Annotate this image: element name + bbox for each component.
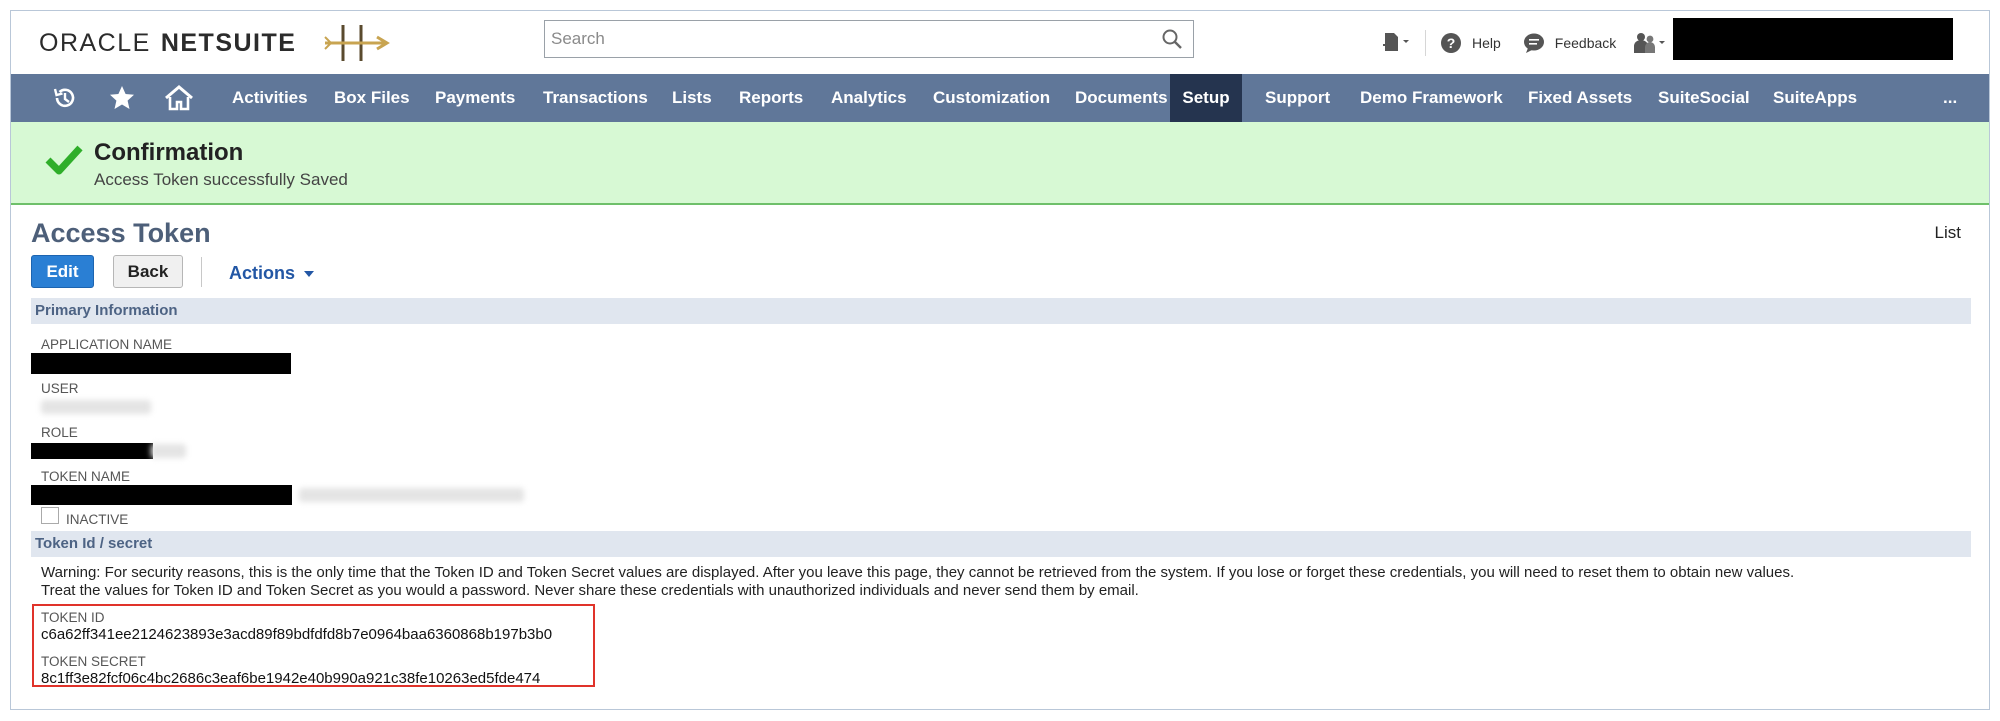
primary-information-header: Primary Information (31, 298, 1971, 324)
list-link[interactable]: List (1935, 223, 1961, 243)
nav-customization[interactable]: Customization (919, 74, 1064, 122)
warning-line-2: Treat the values for Token ID and Token … (41, 582, 1139, 599)
page-title: Access Token (31, 218, 211, 248)
nav-suitesocial[interactable]: SuiteSocial (1644, 74, 1764, 122)
netsuite-window: ORACLE NETSUITE Search ? Help Feedback A… (10, 10, 1990, 710)
nav-box-files[interactable]: Box Files (320, 74, 424, 122)
nav-documents[interactable]: Documents (1061, 74, 1182, 122)
nav-suiteapps[interactable]: SuiteApps (1759, 74, 1871, 122)
button-divider (201, 257, 202, 287)
feedback-icon (1523, 33, 1544, 53)
confirmation-banner: Confirmation Access Token successfully S… (11, 122, 1989, 205)
help-link[interactable]: ? Help (1440, 32, 1501, 54)
nav-analytics[interactable]: Analytics (817, 74, 921, 122)
user-roles-menu[interactable] (1632, 31, 1668, 55)
logo-netsuite-text: NETSUITE (160, 29, 297, 57)
token-name-label: TOKEN NAME (41, 469, 131, 484)
token-id-value: c6a62ff341ee2124623893e3acd89f89bdfdfd8b… (41, 626, 553, 643)
nav-demo-framework[interactable]: Demo Framework (1346, 74, 1517, 122)
token-id-label: TOKEN ID (41, 610, 105, 625)
nav-lists[interactable]: Lists (658, 74, 726, 122)
redacted-token-name (31, 485, 292, 505)
nav-payments[interactable]: Payments (421, 74, 529, 122)
main-navbar: Activities Box Files Payments Transactio… (11, 74, 1989, 122)
blurred-token-name (299, 488, 524, 502)
token-secret-label: TOKEN SECRET (41, 654, 146, 669)
confirmation-title: Confirmation (94, 139, 244, 166)
recent-records-icon[interactable] (51, 85, 79, 111)
svg-text:?: ? (1447, 35, 1456, 51)
create-new-icon (1383, 33, 1409, 51)
shortcuts-star-icon[interactable] (108, 85, 136, 111)
inactive-label: INACTIVE (66, 512, 129, 527)
global-search[interactable] (544, 20, 1194, 58)
nav-activities[interactable]: Activities (218, 74, 322, 122)
inactive-checkbox[interactable] (41, 507, 59, 524)
create-new-menu[interactable] (1381, 31, 1411, 55)
blurred-user-value (41, 400, 151, 414)
oracle-netsuite-logo[interactable]: ORACLE NETSUITE (39, 29, 296, 58)
user-label: USER (41, 381, 79, 396)
search-input[interactable] (551, 26, 1141, 52)
help-icon: ? (1441, 33, 1461, 53)
nav-support[interactable]: Support (1251, 74, 1344, 122)
top-header: ORACLE NETSUITE Search ? Help Feedback (11, 11, 1989, 74)
nav-fixed-assets[interactable]: Fixed Assets (1514, 74, 1646, 122)
header-separator (1425, 30, 1426, 56)
back-button[interactable]: Back (113, 255, 183, 288)
application-name-label: APPLICATION NAME (41, 337, 173, 352)
security-warning: Warning: For security reasons, this is t… (41, 564, 1941, 600)
redacted-account-name (1673, 18, 1953, 60)
blurred-role-value (151, 444, 186, 458)
confirmation-message: Access Token successfully Saved (94, 170, 348, 189)
search-icon[interactable] (1161, 28, 1183, 50)
token-id-secret-header: Token Id / secret (31, 531, 1971, 557)
nav-reports[interactable]: Reports (725, 74, 817, 122)
user-roles-icon (1634, 33, 1666, 53)
role-label: ROLE (41, 425, 78, 440)
company-brand-mark-icon (324, 25, 390, 61)
chevron-down-icon (304, 271, 315, 277)
nav-setup[interactable]: Setup (1170, 74, 1242, 122)
actions-label: Actions (229, 263, 296, 283)
nav-transactions[interactable]: Transactions (529, 74, 662, 122)
feedback-link[interactable]: Feedback (1523, 32, 1616, 54)
checkmark-icon (45, 145, 83, 175)
warning-line-1: Warning: For security reasons, this is t… (41, 564, 1795, 581)
nav-more-menu[interactable]: ... (1929, 74, 1971, 122)
help-label: Help (1472, 35, 1501, 51)
redacted-application-name (31, 353, 291, 374)
logo-oracle-text: ORACLE (39, 29, 151, 57)
feedback-label: Feedback (1554, 35, 1617, 51)
redacted-role-value (31, 443, 153, 459)
token-secret-value: 8c1ff3e82fcf06c4bc2686c3eaf6be1942e40b99… (41, 670, 541, 687)
header-tools: ? Help Feedback (1381, 29, 1668, 57)
edit-button[interactable]: Edit (31, 255, 94, 288)
home-icon[interactable] (164, 85, 194, 111)
actions-menu[interactable]: Actions (229, 263, 315, 284)
